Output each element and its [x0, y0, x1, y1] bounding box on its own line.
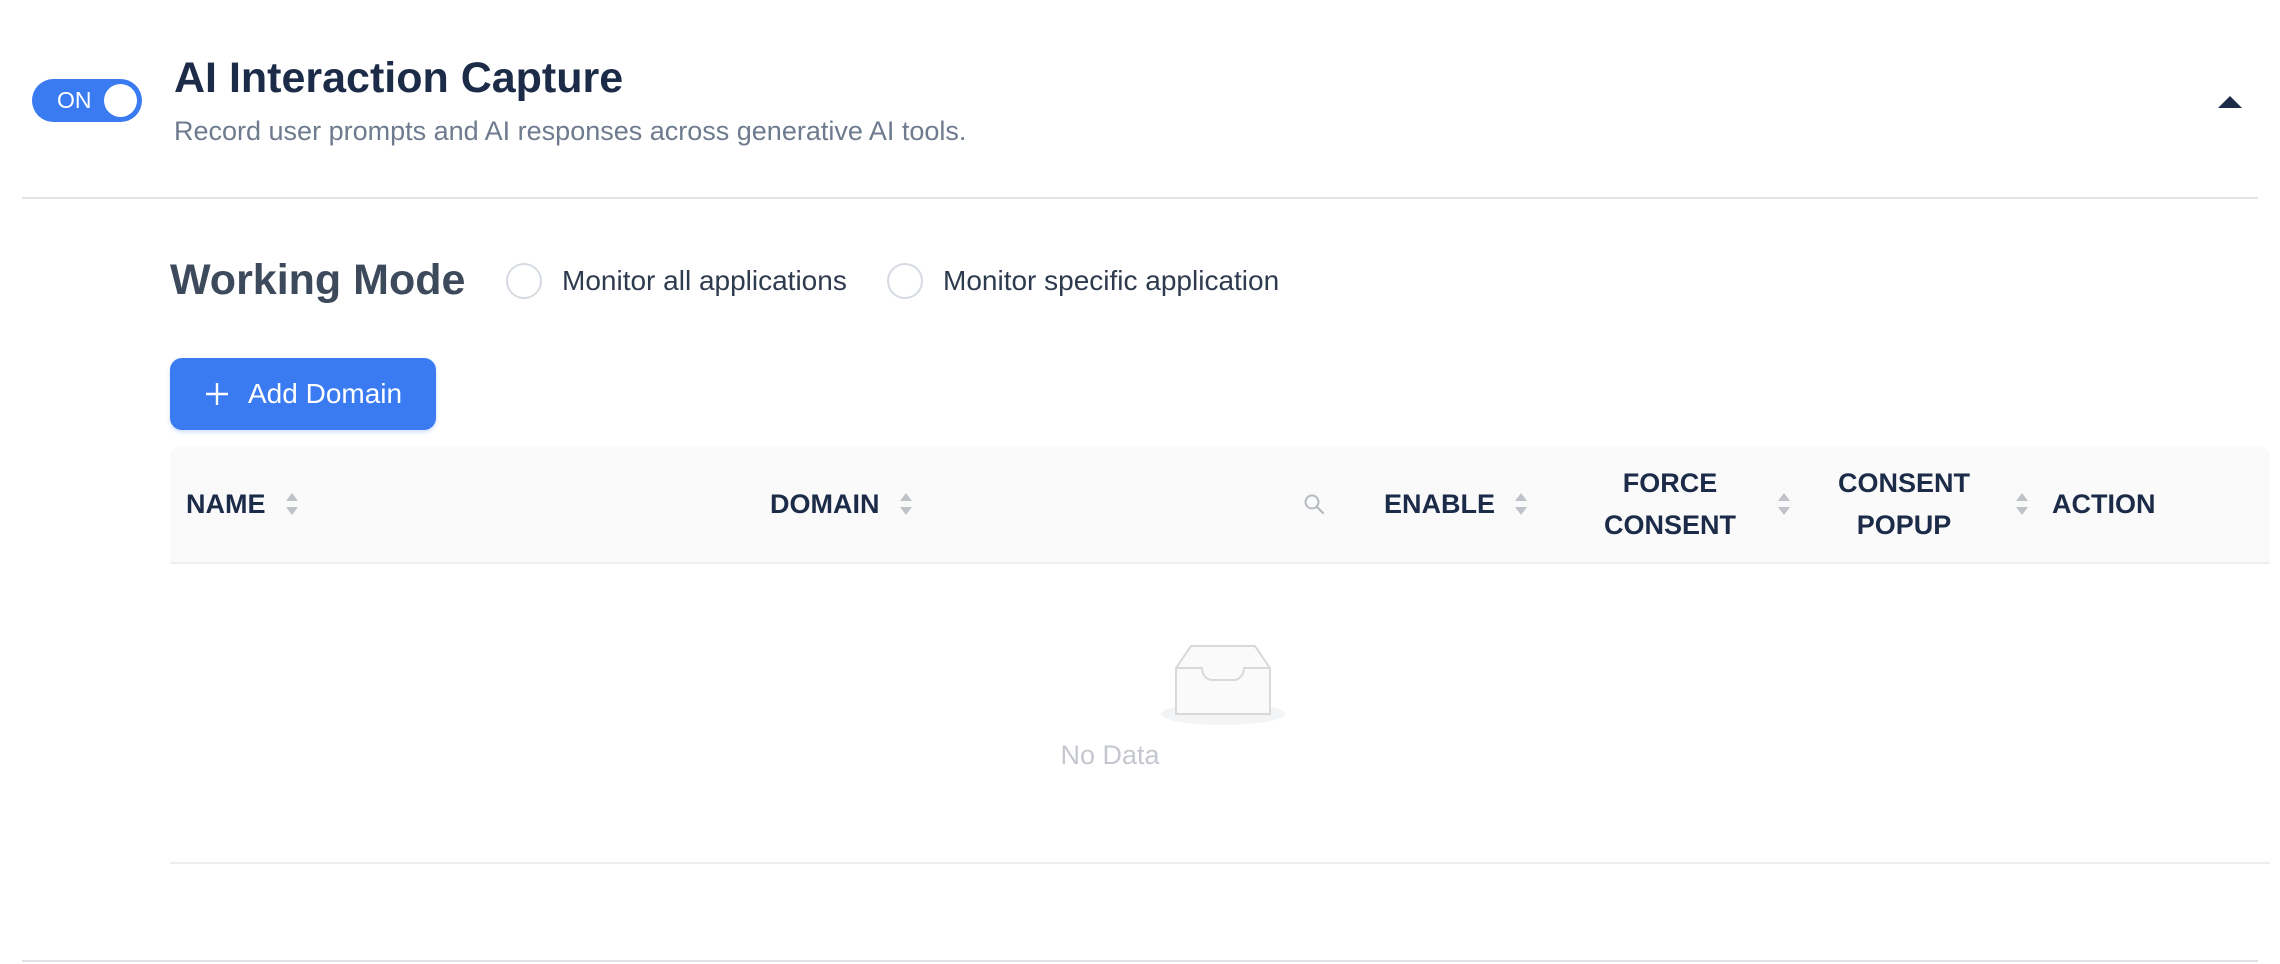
settings-page: ON AI Interaction Capture Record user pr…: [0, 0, 2280, 964]
column-label: ACTION: [2052, 488, 2156, 519]
section-subtitle: Record user prompts and AI responses acr…: [174, 116, 967, 146]
column-label: NAME: [186, 488, 266, 519]
column-label-line1: FORCE: [1622, 468, 1718, 498]
table-header: NAME DOMAIN ENABLE FORCE CONSENT CONSENT…: [170, 446, 2270, 564]
no-data-text: No Data: [1060, 740, 1160, 770]
column-domain[interactable]: DOMAIN: [770, 446, 914, 562]
inbox-icon: [1161, 645, 1285, 725]
radio-circle[interactable]: [887, 263, 923, 299]
section-divider: [22, 197, 2258, 199]
toggle-knob: [104, 84, 137, 117]
plus-icon: [206, 383, 228, 405]
sort-icon[interactable]: [284, 490, 300, 518]
sort-icon[interactable]: [2014, 490, 2030, 518]
radio-label: Monitor all applications: [562, 265, 847, 296]
column-name[interactable]: NAME: [186, 446, 300, 562]
working-mode-title: Working Mode: [170, 256, 466, 304]
column-label: ENABLE: [1384, 488, 1496, 519]
table-empty-state: No Data: [170, 564, 2270, 864]
sort-icon[interactable]: [1513, 490, 1529, 518]
column-force-consent[interactable]: FORCE CONSENT: [1604, 446, 1792, 562]
search-icon: [1304, 494, 1325, 515]
column-label-line2: POPUP: [1856, 510, 1952, 540]
column-enable[interactable]: ENABLE: [1384, 446, 1529, 562]
column-label: DOMAIN: [770, 488, 880, 519]
capture-toggle[interactable]: ON: [32, 79, 142, 122]
column-label-line1: CONSENT: [1838, 468, 1971, 498]
radio-label: Monitor specific application: [943, 265, 1280, 296]
sort-icon[interactable]: [898, 490, 914, 518]
section-title: AI Interaction Capture: [174, 54, 624, 102]
add-domain-button[interactable]: Add Domain: [170, 358, 436, 430]
section-bottom-divider: [22, 960, 2258, 962]
add-domain-label: Add Domain: [248, 378, 403, 409]
radio-monitor-specific[interactable]: Monitor specific application: [887, 261, 1279, 301]
column-label: FORCE CONSENT: [1604, 462, 1736, 546]
column-consent-popup[interactable]: CONSENT POPUP: [1838, 446, 2030, 562]
collapse-button[interactable]: [2210, 84, 2250, 120]
radio-circle[interactable]: [506, 263, 542, 299]
domain-search-button[interactable]: [1298, 446, 1330, 562]
column-action: ACTION: [2052, 446, 2156, 562]
radio-monitor-all[interactable]: Monitor all applications: [506, 261, 847, 301]
toggle-label: ON: [57, 87, 92, 113]
column-label-line2: CONSENT: [1604, 510, 1737, 540]
sort-icon[interactable]: [1776, 490, 1792, 518]
column-label: CONSENT POPUP: [1838, 462, 1970, 546]
caret-up-icon: [2218, 96, 2242, 108]
